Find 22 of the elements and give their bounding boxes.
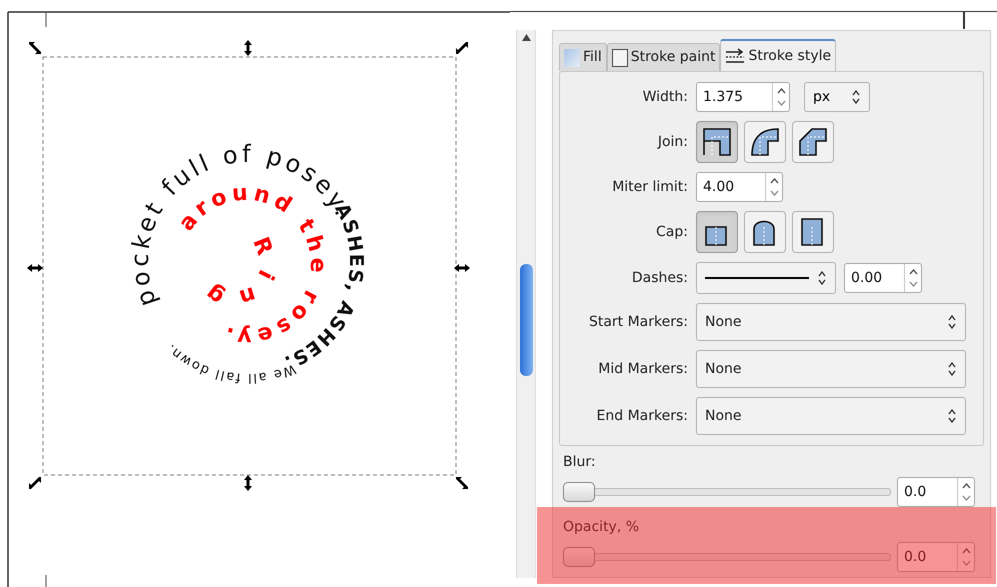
field-label: End Markers: — [596, 406, 688, 426]
field-label: Start Markers: — [588, 312, 688, 332]
tab[interactable]: Stroke style — [720, 39, 836, 71]
unit-dropdown[interactable]: px — [804, 82, 870, 112]
marker-dropdown[interactable]: None — [696, 303, 966, 341]
field-label: Width: — [642, 88, 688, 106]
slider-label: Opacity, % — [563, 518, 640, 537]
field-label: Miter limit: — [611, 178, 688, 196]
slider-label: Blur: — [563, 453, 597, 472]
field-label: Cap: — [655, 222, 688, 242]
miter-limit-spinbox[interactable]: 4.00 — [696, 172, 783, 202]
width-spinbox[interactable]: 1.375 — [696, 82, 790, 112]
dash-offset-spinbox[interactable]: 0.00 — [844, 263, 922, 293]
value-spinbox[interactable]: 0.0 — [897, 477, 975, 507]
tab[interactable]: Fill — [559, 43, 607, 71]
marker-dropdown[interactable]: None — [696, 350, 966, 388]
value-spinbox[interactable]: 0.0 — [897, 542, 975, 572]
field-label: Mid Markers: — [597, 360, 688, 378]
field-label: Join: — [656, 132, 688, 152]
field-label: Dashes: — [630, 268, 688, 288]
marker-dropdown[interactable]: None — [696, 397, 966, 435]
tab[interactable]: Stroke paint — [606, 43, 720, 71]
